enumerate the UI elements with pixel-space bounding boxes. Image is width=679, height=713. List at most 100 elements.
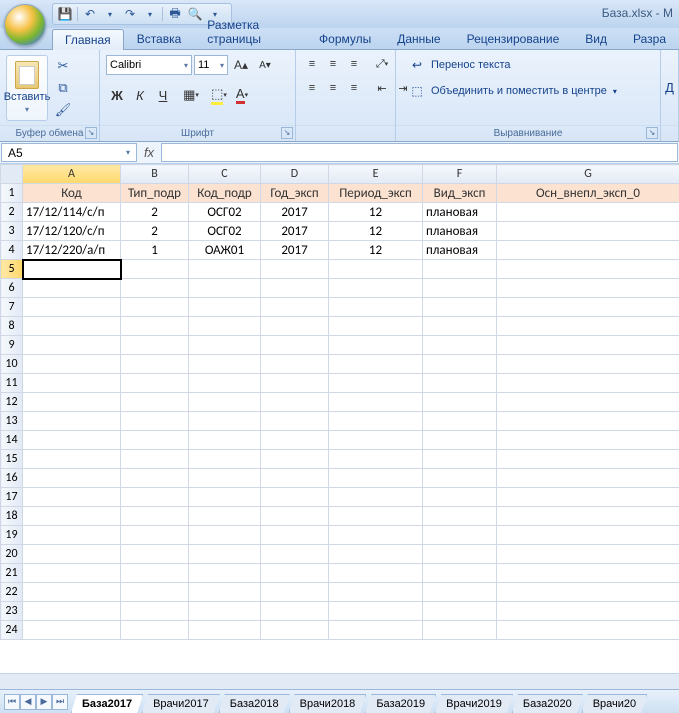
border-icon[interactable]: ▦▾ (180, 84, 202, 106)
cell[interactable] (261, 336, 329, 355)
sheet-tab[interactable]: Врачи2019 (435, 694, 513, 713)
cell[interactable] (189, 260, 261, 279)
cell[interactable] (329, 583, 423, 602)
cell[interactable] (423, 545, 497, 564)
cell[interactable] (121, 488, 189, 507)
cell[interactable] (329, 602, 423, 621)
cell[interactable] (121, 279, 189, 298)
row-header[interactable]: 6 (1, 279, 23, 298)
cell[interactable] (189, 583, 261, 602)
cell[interactable] (423, 374, 497, 393)
cell[interactable] (189, 602, 261, 621)
row-header[interactable]: 24 (1, 621, 23, 640)
cell[interactable] (189, 526, 261, 545)
cell[interactable] (497, 374, 679, 393)
cell[interactable] (423, 412, 497, 431)
cell[interactable] (121, 374, 189, 393)
horizontal-scrollbar[interactable] (0, 673, 679, 689)
cell[interactable]: плановая (423, 222, 497, 241)
cell[interactable] (261, 298, 329, 317)
bold-button[interactable]: Ж (106, 84, 128, 106)
cell[interactable] (23, 488, 121, 507)
cell[interactable] (497, 222, 679, 241)
cell[interactable] (423, 431, 497, 450)
cell[interactable] (23, 260, 121, 279)
cell[interactable] (497, 583, 679, 602)
cell[interactable] (23, 526, 121, 545)
cell[interactable] (121, 564, 189, 583)
formula-input[interactable] (161, 143, 678, 162)
row-header[interactable]: 19 (1, 526, 23, 545)
cell[interactable] (23, 450, 121, 469)
font-name-combo[interactable]: Calibri▾ (106, 55, 192, 75)
align-left-icon[interactable]: ≡ (302, 78, 322, 98)
cell[interactable] (23, 374, 121, 393)
decrease-indent-icon[interactable]: ⇤ (372, 78, 392, 98)
cell[interactable] (189, 545, 261, 564)
cell[interactable]: плановая (423, 241, 497, 260)
cell[interactable] (497, 393, 679, 412)
cell[interactable] (329, 260, 423, 279)
cell[interactable] (423, 450, 497, 469)
cell[interactable] (497, 279, 679, 298)
grow-font-icon[interactable]: A▴ (230, 54, 252, 76)
cell[interactable] (23, 412, 121, 431)
cell[interactable] (189, 488, 261, 507)
row-header[interactable]: 8 (1, 317, 23, 336)
dialog-launcher-icon[interactable]: ↘ (281, 127, 293, 139)
ribbon-tab-рецензирование[interactable]: Рецензирование (454, 28, 573, 49)
cell[interactable] (261, 355, 329, 374)
cell[interactable]: 2017 (261, 241, 329, 260)
merge-center-button[interactable]: ⬚ Объединить и поместить в центре ▾ (402, 80, 624, 102)
row-header[interactable]: 4 (1, 241, 23, 260)
cell[interactable] (189, 298, 261, 317)
cell[interactable] (189, 279, 261, 298)
cell[interactable] (189, 431, 261, 450)
format-painter-icon[interactable]: 🖌 (52, 100, 74, 120)
cell[interactable] (121, 412, 189, 431)
cell[interactable] (189, 507, 261, 526)
cell[interactable] (497, 412, 679, 431)
dropdown-icon[interactable]: ▾ (102, 6, 118, 22)
cell[interactable] (121, 298, 189, 317)
cell[interactable]: 17/12/114/с/п (23, 203, 121, 222)
cell[interactable] (261, 469, 329, 488)
cell[interactable] (423, 526, 497, 545)
cell[interactable] (423, 621, 497, 640)
row-header[interactable]: 13 (1, 412, 23, 431)
cell[interactable]: 2 (121, 222, 189, 241)
row-header[interactable]: 9 (1, 336, 23, 355)
cell[interactable] (329, 431, 423, 450)
cell[interactable] (121, 431, 189, 450)
column-header-C[interactable]: C (189, 165, 261, 184)
cell[interactable] (189, 393, 261, 412)
cell[interactable] (261, 393, 329, 412)
row-header[interactable]: 3 (1, 222, 23, 241)
spreadsheet-grid[interactable]: ABCDEFG1КодТип_подрКод_подрГод_экспПерио… (0, 164, 679, 673)
row-header[interactable]: 16 (1, 469, 23, 488)
cell[interactable] (329, 469, 423, 488)
sheet-tab[interactable]: Врачи20 (582, 694, 647, 713)
cell[interactable] (329, 564, 423, 583)
cell[interactable] (329, 450, 423, 469)
ribbon-tab-вид[interactable]: Вид (572, 28, 620, 49)
name-box[interactable]: A5 ▾ (1, 143, 137, 162)
ribbon-tab-данные[interactable]: Данные (384, 28, 453, 49)
column-header-E[interactable]: E (329, 165, 423, 184)
office-button[interactable] (4, 4, 46, 46)
row-header[interactable]: 12 (1, 393, 23, 412)
font-size-combo[interactable]: 11▾ (194, 55, 228, 75)
select-all-corner[interactable] (1, 165, 23, 184)
cell[interactable] (23, 507, 121, 526)
paste-button[interactable]: Вставить ▾ (6, 55, 48, 121)
cell[interactable] (23, 583, 121, 602)
cell[interactable] (329, 526, 423, 545)
cell[interactable] (23, 393, 121, 412)
cell[interactable] (497, 431, 679, 450)
cell[interactable] (121, 621, 189, 640)
save-icon[interactable]: 💾 (57, 6, 73, 22)
cell[interactable] (261, 602, 329, 621)
cell[interactable] (23, 621, 121, 640)
cell[interactable] (497, 507, 679, 526)
cell[interactable] (189, 374, 261, 393)
